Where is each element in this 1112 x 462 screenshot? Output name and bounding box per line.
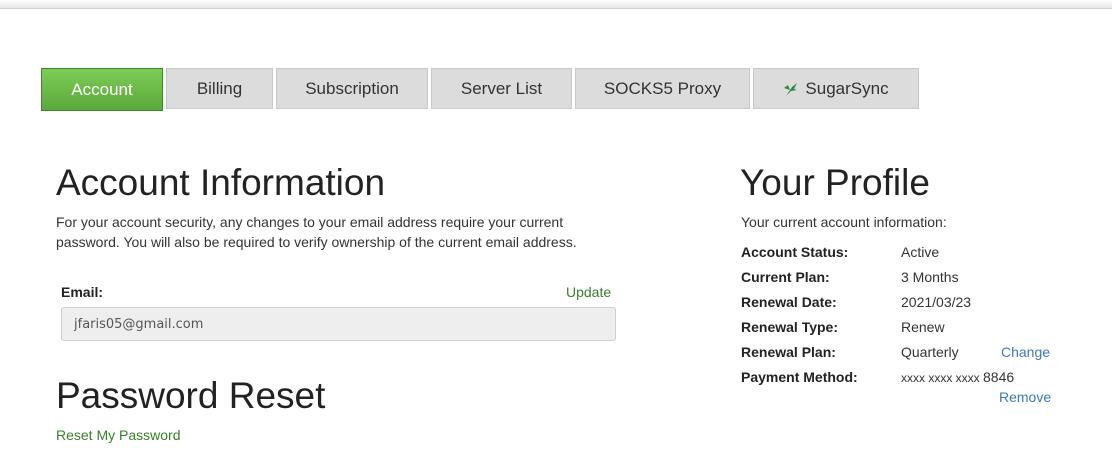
payment-method-value: xxxx xxxx xxxx 8846 (901, 369, 1014, 385)
tab-label: Billing (196, 78, 243, 98)
top-bar (0, 0, 1112, 9)
profile-value: Active (901, 244, 940, 260)
masked-card-number: xxxx xxxx xxxx (901, 371, 980, 385)
card-last4: 8846 (983, 369, 1015, 385)
tab-socks5-proxy[interactable]: SOCKS5 Proxy (575, 68, 750, 109)
password-reset-title: Password Reset (56, 375, 326, 416)
reset-password-link[interactable]: Reset My Password (56, 427, 180, 443)
email-field[interactable] (61, 307, 616, 341)
profile-value: 3 Months (901, 269, 959, 285)
tab-label: Account (71, 79, 133, 99)
tab-subscription[interactable]: Subscription (276, 68, 428, 109)
profile-value: Renew (901, 319, 945, 335)
profile-key: Renewal Plan: (741, 344, 836, 360)
profile-key: Account Status: (741, 244, 849, 260)
tab-billing[interactable]: Billing (166, 68, 273, 109)
remove-payment-link[interactable]: Remove (999, 389, 1051, 405)
profile-value: Quarterly (901, 344, 959, 360)
sugarsync-leaf-icon (783, 81, 799, 97)
tab-server-list[interactable]: Server List (431, 68, 572, 109)
change-plan-link[interactable]: Change (1001, 344, 1050, 360)
tab-sugarsync[interactable]: SugarSync (753, 68, 919, 109)
profile-key: Renewal Type: (741, 319, 838, 335)
update-email-link[interactable]: Update (566, 284, 611, 300)
account-security-description: For your account security, any changes t… (56, 214, 577, 250)
tab-label: SugarSync (805, 78, 889, 98)
profile-value: 2021/03/23 (901, 294, 972, 310)
account-info-title: Account Information (56, 162, 386, 203)
tab-label: SOCKS5 Proxy (603, 78, 722, 98)
tab-label: Server List (460, 78, 543, 98)
profile-key: Payment Method: (741, 369, 858, 385)
profile-key: Current Plan: (741, 269, 830, 285)
profile-key: Renewal Date: (741, 294, 837, 310)
email-label: Email: (61, 284, 104, 300)
profile-title: Your Profile (740, 162, 930, 203)
tab-label: Subscription (305, 78, 399, 98)
tab-account[interactable]: Account (41, 68, 163, 111)
profile-intro: Your current account information: (741, 214, 947, 230)
